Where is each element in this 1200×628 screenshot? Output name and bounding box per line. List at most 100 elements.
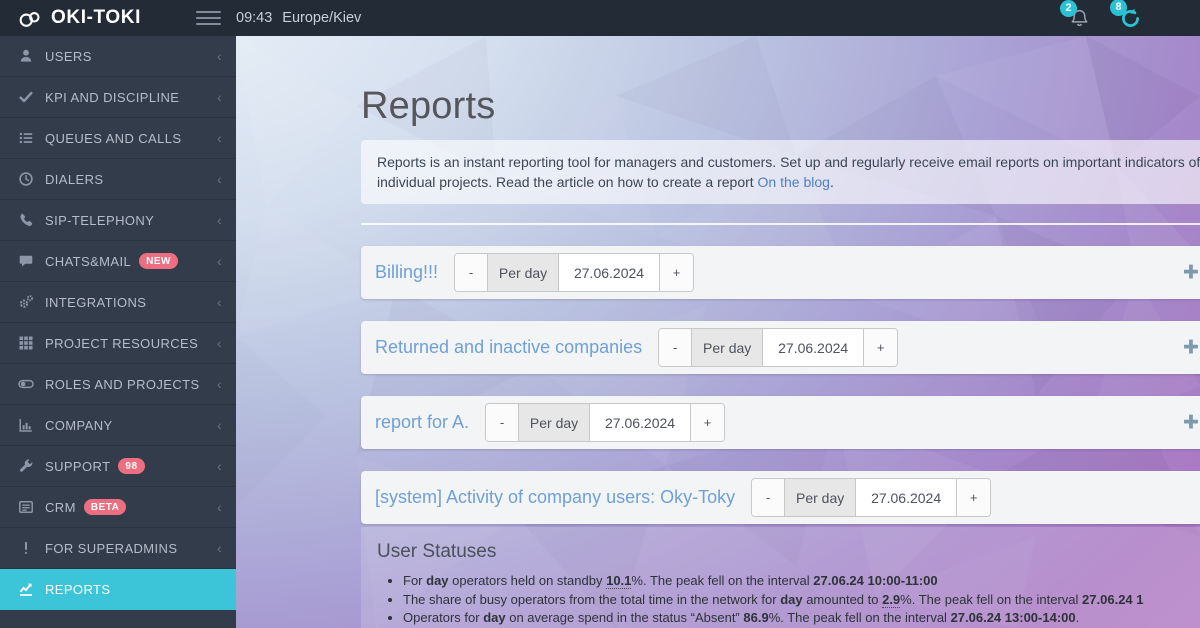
sidebar-item-chats-mail[interactable]: CHATS&MAILNEW‹ [0, 241, 236, 282]
chevron-left-icon: ‹ [217, 418, 222, 432]
sidebar-item-support[interactable]: SUPPORT98‹ [0, 446, 236, 487]
chevron-left-icon: ‹ [217, 172, 222, 186]
sidebar-item-label: ROLES AND PROJECTS [45, 377, 200, 392]
topbar-icons: 2 8 [1069, 7, 1142, 30]
period-next-button[interactable]: + [660, 254, 693, 291]
period-date-button[interactable]: 27.06.2024 [763, 329, 864, 366]
period-next-button[interactable]: + [691, 404, 724, 441]
sidebar-item-label: FOR SUPERADMINS [45, 541, 177, 556]
chart-line-icon [18, 581, 34, 597]
notifications-count-badge: 2 [1060, 0, 1077, 17]
comment-icon [18, 253, 34, 269]
report-expanded-body: User StatusesFor day operators held on s… [361, 527, 1200, 628]
period-controls: -Per day27.06.2024+ [454, 253, 694, 292]
grid-icon [18, 335, 34, 351]
period-prev-button[interactable]: - [486, 404, 519, 441]
user-icon [18, 48, 34, 64]
add-subscription-icon[interactable]: ✚ [1183, 263, 1199, 282]
sidebar-item-label: PROJECT RESOURCES [45, 336, 198, 351]
report-list: Billing!!!-Per day27.06.2024+✚Returned a… [361, 246, 1200, 628]
app-shell: USERS‹KPI AND DISCIPLINE‹QUEUES AND CALL… [0, 36, 1200, 628]
sync-count-badge: 8 [1110, 0, 1127, 16]
chevron-left-icon: ‹ [217, 254, 222, 268]
sidebar-item-label: INTEGRATIONS [45, 295, 146, 310]
intro-line2-text: individual projects. Read the article on… [377, 174, 758, 190]
sidebar-item-dialers[interactable]: DIALERS ‹ [0, 159, 236, 200]
period-controls: -Per day27.06.2024+ [658, 328, 898, 367]
report-card: [system] Activity of company users: Oky-… [361, 471, 1200, 524]
report-card: Billing!!!-Per day27.06.2024+✚ [361, 246, 1200, 299]
brand-name: OKI-TOKI [51, 7, 141, 29]
sidebar-item-project-resources[interactable]: PROJECT RESOURCES‹ [0, 323, 236, 364]
report-title[interactable]: [system] Activity of company users: Oky-… [375, 487, 735, 508]
phone-icon [18, 212, 34, 228]
sidebar-item-roles-and-projects[interactable]: ROLES AND PROJECTS‹ [0, 364, 236, 405]
period-mode-button[interactable]: Per day [519, 404, 590, 441]
period-prev-button[interactable]: - [752, 479, 785, 516]
brand: OKI-TOKI [0, 7, 236, 29]
report-card: Returned and inactive companies-Per day2… [361, 321, 1200, 374]
period-prev-button[interactable]: - [659, 329, 692, 366]
intro-line1: Reports is an instant reporting tool for… [377, 152, 1200, 172]
list-icon [18, 130, 34, 146]
report-title[interactable]: Returned and inactive companies [375, 337, 642, 358]
sync-button[interactable]: 8 [1119, 7, 1142, 30]
intro-line2-suffix: . [830, 174, 834, 190]
period-next-button[interactable]: + [957, 479, 990, 516]
intro-card: Reports is an instant reporting tool for… [361, 140, 1200, 204]
period-controls: -Per day27.06.2024+ [485, 403, 725, 442]
toggle-icon [18, 376, 34, 392]
chevron-left-icon: ‹ [217, 541, 222, 555]
sidebar-item-reports[interactable]: REPORTS [0, 569, 236, 610]
chevron-left-icon: ‹ [217, 49, 222, 63]
period-prev-button[interactable]: - [455, 254, 488, 291]
add-subscription-icon[interactable]: ✚ [1183, 413, 1199, 432]
sidebar-item-label: QUEUES AND CALLS [45, 131, 181, 146]
sidebar-item-label: REPORTS [45, 582, 110, 597]
notifications-button[interactable]: 2 [1069, 8, 1090, 29]
sidebar-item-badge: NEW [139, 253, 178, 269]
sidebar-item-badge: 98 [118, 458, 144, 474]
sidebar-item-sip-telephony[interactable]: SIP-TELEPHONY ‹ [0, 200, 236, 241]
report-title[interactable]: report for A. [375, 412, 469, 433]
chart-bar-icon [18, 417, 34, 433]
sidebar-item-label: DIALERS [45, 172, 103, 187]
sidebar-item-users[interactable]: USERS ‹ [0, 36, 236, 77]
wrench-icon [18, 458, 34, 474]
add-subscription-icon[interactable]: ✚ [1183, 338, 1199, 357]
period-date-button[interactable]: 27.06.2024 [856, 479, 957, 516]
sidebar-item-for-superadmins[interactable]: FOR SUPERADMINS ‹ [0, 528, 236, 569]
chevron-left-icon: ‹ [217, 500, 222, 514]
main-area: Reports Reports is an instant reporting … [236, 36, 1200, 628]
hamburger-menu-icon[interactable] [196, 8, 221, 28]
sidebar-item-integrations[interactable]: INTEGRATIONS‹ [0, 282, 236, 323]
sidebar-item-label: SIP-TELEPHONY [45, 213, 154, 228]
sidebar: USERS‹KPI AND DISCIPLINE‹QUEUES AND CALL… [0, 36, 236, 628]
chevron-left-icon: ‹ [217, 213, 222, 227]
sidebar-item-queues-and-calls[interactable]: QUEUES AND CALLS‹ [0, 118, 236, 159]
sidebar-item-badge: BETA [84, 499, 126, 515]
clock-icon [18, 171, 34, 187]
sidebar-item-kpi-and-discipline[interactable]: KPI AND DISCIPLINE‹ [0, 77, 236, 118]
user-statuses-heading: User Statuses [377, 541, 1200, 563]
period-date-button[interactable]: 27.06.2024 [590, 404, 691, 441]
report-card: report for A.-Per day27.06.2024+✚ [361, 396, 1200, 449]
sidebar-item-label: SUPPORT [45, 459, 110, 474]
report-title[interactable]: Billing!!! [375, 262, 438, 283]
period-date-button[interactable]: 27.06.2024 [559, 254, 660, 291]
gears-icon [18, 294, 34, 310]
period-mode-button[interactable]: Per day [785, 479, 856, 516]
blog-link[interactable]: On the blog [758, 174, 830, 190]
intro-line2: individual projects. Read the article on… [377, 172, 1200, 192]
topbar: OKI-TOKI 09:43 Europe/Kiev 2 8 [0, 0, 1200, 36]
sidebar-item-label: USERS [45, 49, 92, 64]
sidebar-item-label: COMPANY [45, 418, 113, 433]
sidebar-item-crm[interactable]: CRM BETA ‹ [0, 487, 236, 528]
period-next-button[interactable]: + [864, 329, 897, 366]
period-mode-button[interactable]: Per day [488, 254, 559, 291]
sidebar-item-company[interactable]: COMPANY ‹ [0, 405, 236, 446]
sidebar-item-label: CRM [45, 500, 76, 515]
crm-icon [18, 499, 34, 515]
period-mode-button[interactable]: Per day [692, 329, 763, 366]
divider [361, 223, 1200, 225]
